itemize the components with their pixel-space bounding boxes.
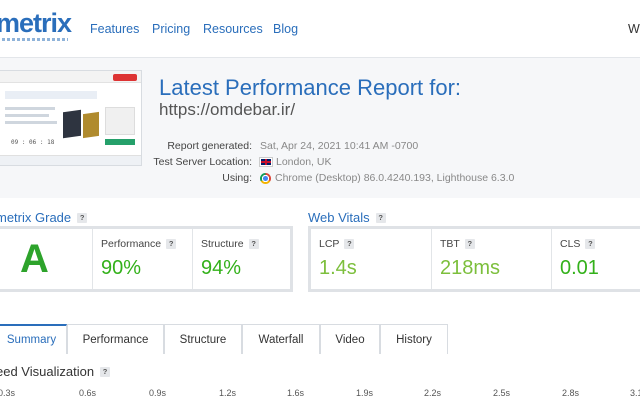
logo-underline-decoration <box>2 38 68 41</box>
nav-resources-link[interactable]: Resources <box>203 22 263 36</box>
top-navigation-bar: metrix Features Pricing Resources Blog W… <box>0 0 640 58</box>
thumb-product-image <box>63 109 81 139</box>
thumb-product-image <box>83 111 99 139</box>
meta-value: London, UK <box>259 156 332 168</box>
help-icon[interactable]: ? <box>375 212 386 223</box>
vital-label-text: TBT <box>440 238 460 250</box>
help-icon[interactable]: ? <box>585 239 596 249</box>
nav-blog-link[interactable]: Blog <box>273 22 298 36</box>
page-screenshot-thumbnail[interactable]: 09 : 06 : 18 <box>0 70 142 166</box>
help-icon[interactable]: ? <box>248 239 259 249</box>
nav-pricing-link[interactable]: Pricing <box>152 22 190 36</box>
grade-title-text: metrix Grade <box>0 210 72 225</box>
performance-label-text: Performance <box>101 238 162 250</box>
web-vitals-title-text: Web Vitals <box>308 210 370 225</box>
vital-cls-cell: CLS ? 0.01 <box>551 229 640 289</box>
thumb-countdown: 09 : 06 : 18 <box>11 139 55 146</box>
thumb-text-line <box>5 114 49 117</box>
thumb-banner <box>5 91 97 99</box>
vital-label-text: CLS <box>560 238 581 250</box>
meta-value: Chrome (Desktop) 86.0.4240.193, Lighthou… <box>260 172 514 184</box>
uk-flag-icon <box>259 157 273 167</box>
report-tabs: Summary Performance Structure Waterfall … <box>0 324 448 354</box>
meta-value: Sat, Apr 24, 2021 10:41 AM -0700 <box>260 140 418 152</box>
meta-label: Report generated: <box>167 140 252 152</box>
tab-structure[interactable]: Structure <box>164 324 242 354</box>
vital-label: CLS ? <box>560 238 596 250</box>
vital-tbt-cell: TBT ? 218ms <box>431 229 551 289</box>
thumb-text-line <box>5 121 57 124</box>
meta-server-location: Test Server Location: London, UK <box>140 156 640 172</box>
speed-visualization-title: eed Visualization ? <box>0 364 111 379</box>
meta-report-generated: Report generated: Sat, Apr 24, 2021 10:4… <box>140 140 640 156</box>
help-icon[interactable]: ? <box>344 239 355 249</box>
meta-using: Using: Chrome (Desktop) 86.0.4240.193, L… <box>140 172 640 188</box>
vital-value: 1.4s <box>319 257 357 279</box>
nav-right-link[interactable]: Wi <box>628 22 640 36</box>
grade-letter: A <box>20 237 49 281</box>
report-title: Latest Performance Report for: <box>159 75 462 100</box>
timeline-tick: 1.6s <box>287 388 305 398</box>
tab-summary[interactable]: Summary <box>0 324 67 354</box>
help-icon[interactable]: ? <box>464 239 475 249</box>
gtmetrix-logo[interactable]: metrix <box>0 8 72 39</box>
chrome-icon <box>260 172 271 184</box>
grade-panel: A Performance ? 90% Structure ? 94% <box>0 226 293 292</box>
meta-value-text: London, UK <box>276 156 332 168</box>
thumb-green-button <box>105 139 135 145</box>
vital-label-text: LCP <box>319 238 340 250</box>
meta-value-text: Chrome (Desktop) 86.0.4240.193, Lighthou… <box>275 172 515 184</box>
tab-waterfall[interactable]: Waterfall <box>242 324 320 354</box>
structure-value: 94% <box>201 257 242 279</box>
timeline-tick: 2.2s <box>424 388 442 398</box>
tab-performance[interactable]: Performance <box>67 324 164 354</box>
structure-label: Structure ? <box>201 238 259 250</box>
web-vitals-panel: LCP ? 1.4s TBT ? 218ms CLS ? 0.01 <box>308 226 640 292</box>
meta-value-text: Sat, Apr 24, 2021 10:41 AM -0700 <box>260 140 419 152</box>
vital-lcp-cell: LCP ? 1.4s <box>311 229 431 289</box>
performance-cell: Performance ? 90% <box>92 229 192 289</box>
timeline-tick: 1.2s <box>219 388 237 398</box>
vital-label: LCP ? <box>319 238 355 250</box>
nav-features-link[interactable]: Features <box>90 22 139 36</box>
vital-label: TBT ? <box>440 238 475 250</box>
timeline-tick: 0.3s <box>0 388 16 398</box>
structure-label-text: Structure <box>201 238 244 250</box>
timeline-tick: 2.8s <box>562 388 580 398</box>
timeline-tick: 0.9s <box>149 388 167 398</box>
help-icon[interactable]: ? <box>100 366 111 377</box>
help-icon[interactable]: ? <box>166 239 177 249</box>
tab-history[interactable]: History <box>380 324 448 354</box>
tab-video[interactable]: Video <box>320 324 380 354</box>
meta-label: Test Server Location: <box>153 156 252 168</box>
timeline-tick: 2.5s <box>493 388 511 398</box>
timeline-tick: 1.9s <box>356 388 374 398</box>
thumb-footer <box>0 155 141 165</box>
thumb-side-box <box>105 107 135 135</box>
report-url: https://omdebar.ir/ <box>159 100 296 119</box>
vital-value: 218ms <box>440 257 501 279</box>
help-icon[interactable]: ? <box>77 212 88 223</box>
web-vitals-title: Web Vitals ? <box>308 210 386 225</box>
grade-letter-box: A <box>0 229 90 289</box>
timeline-tick: 0.6s <box>79 388 97 398</box>
thumb-site-logo <box>113 74 137 81</box>
thumb-text-line <box>5 107 55 110</box>
timeline-tick: 3.1 <box>630 388 640 398</box>
meta-label: Using: <box>222 172 252 184</box>
structure-cell: Structure ? 94% <box>192 229 290 289</box>
speed-title-text: eed Visualization <box>0 364 95 379</box>
performance-value: 90% <box>101 257 142 279</box>
performance-label: Performance ? <box>101 238 177 250</box>
grade-section-title: metrix Grade ? <box>0 210 88 225</box>
vital-value: 0.01 <box>560 257 599 279</box>
